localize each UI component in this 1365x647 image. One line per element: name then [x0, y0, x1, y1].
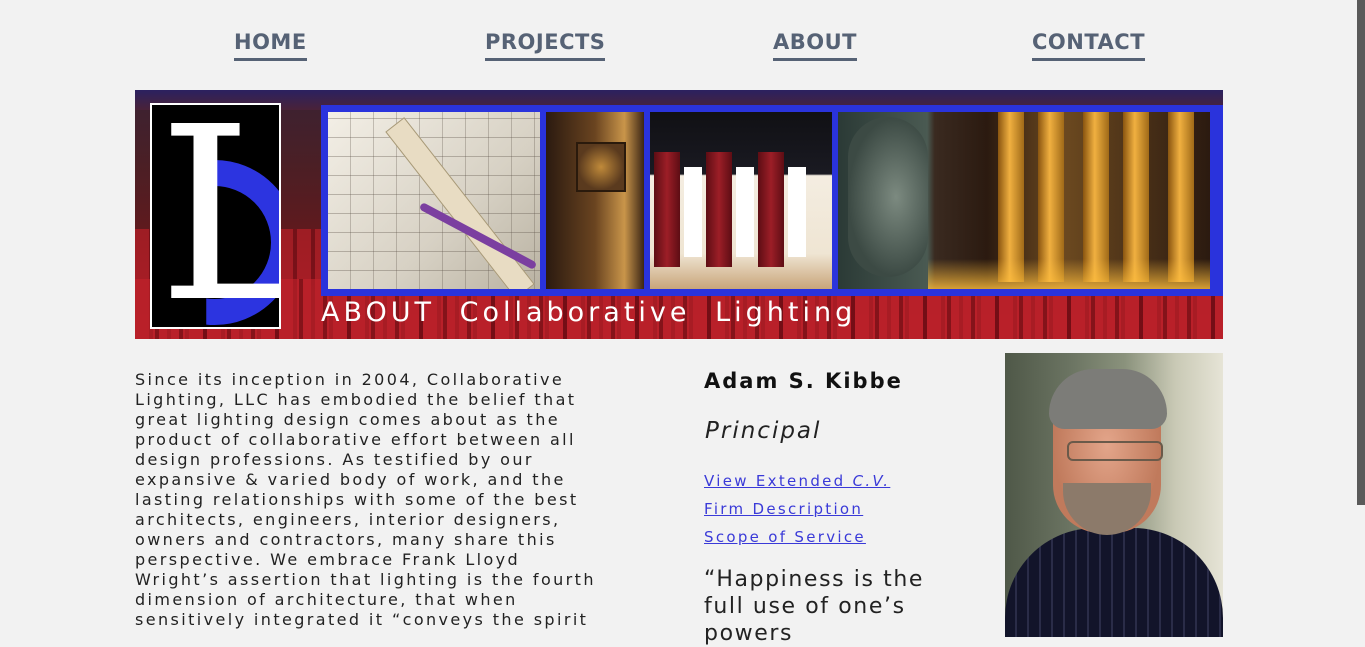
view-cv-link-text: View Extended	[704, 472, 853, 490]
main-nav: HOME PROJECTS ABOUT CONTACT	[0, 30, 1365, 70]
header-banner: L ABOUT Collaborative Ligh	[135, 90, 1223, 339]
sanctuary-photo	[546, 112, 644, 289]
firm-description-link[interactable]: Firm Description	[704, 495, 890, 523]
nav-home-link[interactable]: HOME	[234, 30, 307, 61]
nav-projects-link[interactable]: PROJECTS	[485, 30, 606, 61]
view-cv-link-abbr: C.V.	[852, 472, 891, 490]
view-cv-link[interactable]: View Extended C.V.	[704, 467, 890, 495]
buddha-pillars-photo	[838, 112, 1210, 289]
logo-letter: L	[158, 105, 279, 327]
person-name: Adam S. Kibbe	[704, 369, 903, 393]
hall-photo	[650, 112, 832, 289]
profile-quote: “Happiness is the full use of one’s powe…	[704, 567, 925, 646]
person-portrait	[1005, 353, 1223, 637]
intro-paragraph: Since its inception in 2004, Collaborati…	[135, 370, 596, 629]
banner-photo-collage	[321, 105, 1223, 296]
scope-of-service-link[interactable]: Scope of Service	[704, 523, 890, 551]
person-role: Principal	[705, 418, 822, 444]
banner-title: ABOUT Collaborative Lighting	[321, 297, 857, 328]
scrollbar-thumb[interactable]	[1357, 0, 1365, 505]
profile-links: View Extended C.V. Firm Description Scop…	[704, 467, 890, 551]
nav-contact-link[interactable]: CONTACT	[1032, 30, 1146, 61]
nav-about-link[interactable]: ABOUT	[773, 30, 857, 61]
company-logo: L	[150, 103, 281, 329]
page-scrollbar[interactable]	[1357, 0, 1365, 637]
blueprint-photo	[328, 112, 540, 289]
